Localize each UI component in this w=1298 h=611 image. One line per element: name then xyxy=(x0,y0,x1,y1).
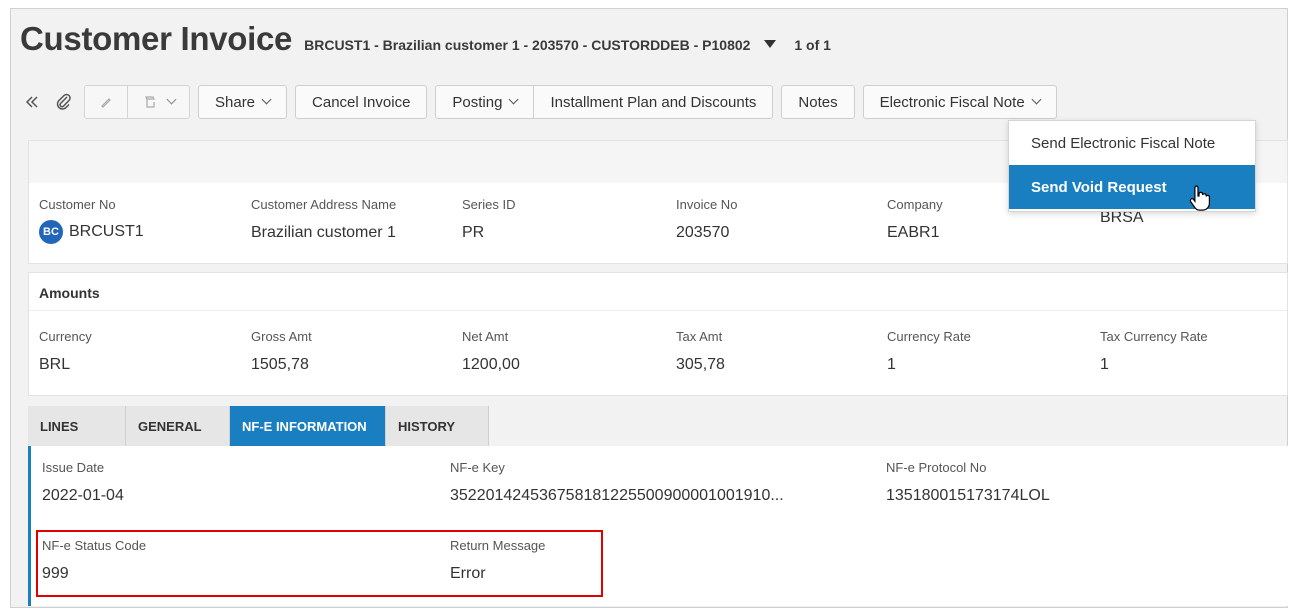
caret-down-icon xyxy=(764,40,777,48)
installment-plan-label: Installment Plan and Discounts xyxy=(550,93,757,111)
field-label: NF-e Protocol No xyxy=(886,460,987,475)
field-label: Customer Address Name xyxy=(251,197,397,212)
gross-amt-field: Gross Amt 1505,78 xyxy=(251,329,312,374)
field-value: EABR1 xyxy=(887,224,940,241)
field-value: 1505,78 xyxy=(251,356,309,373)
posting-button[interactable]: Posting xyxy=(435,85,535,119)
record-selector[interactable]: BRCUST1 - Brazilian customer 1 - 203570 … xyxy=(304,37,777,53)
attachment-icon[interactable] xyxy=(52,85,76,119)
tab-nfe-information[interactable]: NF-E INFORMATION xyxy=(230,406,386,446)
chevron-down-icon xyxy=(166,94,177,104)
annotation-highlight-box xyxy=(36,530,603,597)
record-pager: 1 of 1 xyxy=(794,37,831,53)
menu-item-send-void-request[interactable]: Send Void Request xyxy=(1009,165,1255,209)
tab-history[interactable]: HISTORY xyxy=(386,406,489,446)
edit-tools-group xyxy=(84,85,190,119)
cancel-invoice-button[interactable]: Cancel Invoice xyxy=(295,85,428,119)
field-value: 1200,00 xyxy=(462,356,520,373)
field-label: Customer No xyxy=(39,197,116,212)
tab-lines[interactable]: LINES xyxy=(28,406,126,446)
share-label: Share xyxy=(215,93,256,111)
chevron-down-icon xyxy=(1031,94,1042,104)
field-label: Currency Rate xyxy=(887,329,971,344)
field-label: Issue Date xyxy=(42,460,105,475)
edit-pencil-icon[interactable] xyxy=(85,86,127,118)
field-value: 305,78 xyxy=(676,356,725,373)
collapse-double-chevron-icon[interactable] xyxy=(20,85,44,119)
toolbar: Share Cancel Invoice Posting Installment… xyxy=(20,84,1057,120)
chevron-down-icon xyxy=(261,94,272,104)
document-action-icon[interactable] xyxy=(127,86,189,118)
customer-address-name-field: Customer Address Name Brazilian customer… xyxy=(251,197,396,242)
chevron-down-icon xyxy=(509,94,519,104)
amounts-card: Amounts Currency BRL Gross Amt 1505,78 N… xyxy=(28,272,1288,396)
invoice-no-field: Invoice No 203570 xyxy=(676,197,737,242)
tax-currency-rate-field: Tax Currency Rate 1 xyxy=(1100,329,1208,374)
company-field: Company EABR1 xyxy=(887,197,943,242)
customer-no-value[interactable]: BRCUST1 xyxy=(69,223,144,240)
tab-bar: LINES GENERAL NF-E INFORMATION HISTORY xyxy=(28,406,489,446)
menu-item-send-electronic-fiscal-note[interactable]: Send Electronic Fiscal Note xyxy=(1009,121,1255,165)
field-value: 2022-01-04 xyxy=(42,487,124,504)
field-label: Company xyxy=(887,197,943,212)
electronic-fiscal-note-label: Electronic Fiscal Note xyxy=(879,93,1025,111)
notes-label: Notes xyxy=(798,93,838,111)
tab-general[interactable]: GENERAL xyxy=(126,406,230,446)
field-label: Currency xyxy=(39,329,92,344)
field-label: NF-e Key xyxy=(450,460,505,475)
field-label: Invoice No xyxy=(676,197,738,212)
field-value: Brazilian customer 1 xyxy=(251,224,396,241)
cancel-invoice-label: Cancel Invoice xyxy=(312,93,411,111)
customer-no-field: Customer No BC BRCUST1 xyxy=(39,197,144,244)
record-selector-label: BRCUST1 - Brazilian customer 1 - 203570 … xyxy=(304,37,751,53)
nfe-protocol-field: NF-e Protocol No 135180015173174LOL xyxy=(886,460,1050,505)
field-value: 1 xyxy=(1100,356,1109,373)
tax-amt-field: Tax Amt 305,78 xyxy=(676,329,725,374)
hand-pointer-cursor-icon xyxy=(1189,185,1210,211)
field-value: 203570 xyxy=(676,224,730,241)
customer-no-value-wrap: BC BRCUST1 xyxy=(39,220,144,244)
installment-plan-button[interactable]: Installment Plan and Discounts xyxy=(534,85,774,119)
field-value: PR xyxy=(462,224,485,241)
page-header: Customer Invoice BRCUST1 - Brazilian cus… xyxy=(20,20,831,72)
field-label: Net Amt xyxy=(462,329,509,344)
electronic-fiscal-note-button[interactable]: Electronic Fiscal Note xyxy=(862,85,1057,119)
issue-date-field: Issue Date 2022-01-04 xyxy=(42,460,124,505)
notes-button[interactable]: Notes xyxy=(781,85,855,119)
electronic-fiscal-note-menu: Send Electronic Fiscal Note Send Void Re… xyxy=(1008,120,1256,212)
amounts-title: Amounts xyxy=(29,273,1287,311)
avatar: BC xyxy=(39,220,63,244)
currency-field: Currency BRL xyxy=(39,329,92,374)
series-id-field: Series ID PR xyxy=(462,197,515,242)
nfe-key-field: NF-e Key 3522014245367581812255009000010… xyxy=(450,460,870,505)
currency-rate-field: Currency Rate 1 xyxy=(887,329,971,374)
field-label: Tax Currency Rate xyxy=(1100,329,1208,344)
field-value: BRL xyxy=(39,356,71,373)
page-title: Customer Invoice xyxy=(20,20,293,57)
field-value: 352201424536758181225500900001001910... xyxy=(450,487,784,504)
net-amt-field: Net Amt 1200,00 xyxy=(462,329,520,374)
posting-group: Posting Installment Plan and Discounts xyxy=(435,85,774,119)
field-value: 135180015173174LOL xyxy=(886,487,1050,504)
field-label: Gross Amt xyxy=(251,329,312,344)
posting-label: Posting xyxy=(452,93,503,111)
field-label: Series ID xyxy=(462,197,516,212)
share-button[interactable]: Share xyxy=(198,85,288,119)
field-value: 1 xyxy=(887,356,896,373)
field-label: Tax Amt xyxy=(676,329,723,344)
